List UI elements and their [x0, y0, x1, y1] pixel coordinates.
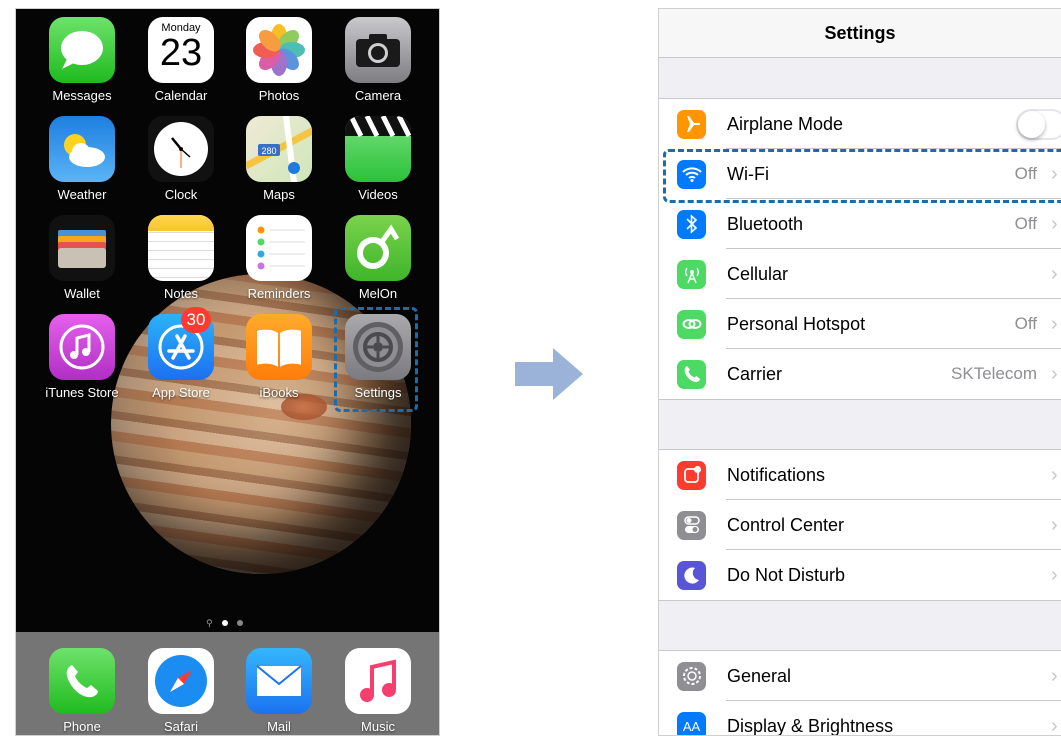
hotspot-icon	[677, 309, 706, 339]
weather-icon	[49, 116, 115, 182]
calendar-icon: Monday 23	[148, 17, 214, 83]
camera-icon	[345, 17, 411, 83]
safari-icon	[148, 648, 214, 714]
chevron-right-icon: ›	[1051, 212, 1058, 235]
dock-phone[interactable]: Phone	[36, 648, 128, 734]
row-notifications[interactable]: Notifications ›	[659, 450, 1061, 500]
chevron-right-icon: ›	[1051, 513, 1058, 536]
maps-route-shield: 280	[261, 146, 276, 156]
settings-highlight-box	[334, 307, 418, 412]
dock-music[interactable]: Music	[332, 648, 424, 734]
ibooks-icon	[246, 314, 312, 380]
itunes-store-icon	[49, 314, 115, 380]
reminders-icon	[246, 215, 312, 281]
app-maps[interactable]: 280 Maps	[233, 116, 325, 202]
page-indicator: ⚲	[206, 617, 256, 629]
row-bluetooth[interactable]: Bluetooth Off ›	[659, 199, 1061, 249]
videos-icon	[345, 116, 411, 182]
messages-icon	[49, 17, 115, 83]
app-itunes-store[interactable]: iTunes Store	[36, 314, 128, 400]
maps-icon: 280	[246, 116, 312, 182]
bluetooth-value: Off	[1014, 214, 1037, 233]
control-center-icon	[677, 510, 706, 540]
spotlight-search-icon: ⚲	[206, 617, 213, 628]
section-gap	[659, 400, 1061, 450]
dock-safari[interactable]: Safari	[135, 648, 227, 734]
chevron-right-icon: ›	[1051, 714, 1058, 736]
airplane-icon	[677, 109, 706, 139]
row-carrier[interactable]: Carrier SKTelecom ›	[659, 349, 1061, 400]
dock-mail[interactable]: Mail	[233, 648, 325, 734]
notifications-icon	[677, 460, 706, 490]
right-arrow-icon	[515, 348, 583, 400]
app-app-store[interactable]: 30 App Store	[135, 307, 227, 400]
chevron-right-icon: ›	[1051, 563, 1058, 586]
nav-bar: Settings	[659, 9, 1061, 58]
gear-icon	[677, 661, 706, 691]
chevron-right-icon: ›	[1051, 362, 1058, 385]
section-gap	[659, 58, 1061, 99]
row-do-not-disturb[interactable]: Do Not Disturb ›	[659, 550, 1061, 601]
row-airplane-mode[interactable]: Airplane Mode	[659, 99, 1061, 149]
melon-icon	[345, 215, 411, 281]
mail-icon	[246, 648, 312, 714]
chevron-right-icon: ›	[1051, 463, 1058, 486]
row-control-center[interactable]: Control Center ›	[659, 500, 1061, 550]
carrier-value: SKTelecom	[951, 364, 1037, 383]
clock-icon	[148, 116, 214, 182]
notes-icon	[148, 215, 214, 281]
home-screen: Messages Monday 23 Calendar Photos Camer…	[15, 8, 440, 736]
app-photos[interactable]: Photos	[233, 17, 325, 103]
settings-screen: Settings Airplane Mode Wi-Fi Off › Bluet…	[658, 8, 1061, 736]
app-notes[interactable]: Notes	[135, 215, 227, 301]
page-title: Settings	[824, 22, 896, 43]
bluetooth-icon	[677, 209, 706, 239]
row-general[interactable]: General ›	[659, 651, 1061, 701]
chevron-right-icon: ›	[1051, 262, 1058, 285]
row-personal-hotspot[interactable]: Personal Hotspot Off ›	[659, 299, 1061, 349]
airplane-mode-toggle[interactable]	[1016, 108, 1061, 140]
page-dot-2[interactable]	[236, 620, 243, 626]
chevron-right-icon: ›	[1051, 664, 1058, 687]
row-cellular[interactable]: Cellular ›	[659, 249, 1061, 299]
hotspot-value: Off	[1014, 314, 1037, 333]
display-brightness-icon: AA	[677, 711, 706, 735]
app-videos[interactable]: Videos	[332, 116, 424, 202]
music-icon	[345, 648, 411, 714]
wallet-icon	[49, 215, 115, 281]
carrier-phone-icon	[677, 359, 706, 389]
app-store-badge: 30	[181, 307, 211, 333]
app-melon[interactable]: MelOn	[332, 215, 424, 301]
calendar-day: 23	[159, 32, 203, 74]
row-display-brightness[interactable]: AA Display & Brightness ›	[659, 701, 1061, 736]
app-weather[interactable]: Weather	[36, 116, 128, 202]
photos-icon	[246, 17, 312, 83]
app-camera[interactable]: Camera	[332, 17, 424, 103]
app-wallet[interactable]: Wallet	[36, 215, 128, 301]
dock: Phone Safari Mail Music	[16, 632, 439, 735]
chevron-right-icon: ›	[1051, 312, 1058, 335]
phone-icon	[49, 648, 115, 714]
app-messages[interactable]: Messages	[36, 17, 128, 103]
app-ibooks[interactable]: iBooks	[233, 314, 325, 400]
app-calendar[interactable]: Monday 23 Calendar	[135, 17, 227, 103]
page-dot-1[interactable]	[221, 620, 228, 626]
app-clock[interactable]: Clock	[135, 116, 227, 202]
cellular-icon	[677, 259, 706, 289]
moon-icon	[677, 560, 706, 590]
wifi-highlight-box	[663, 149, 1061, 203]
app-reminders[interactable]: Reminders	[233, 215, 325, 301]
section-gap	[659, 601, 1061, 651]
